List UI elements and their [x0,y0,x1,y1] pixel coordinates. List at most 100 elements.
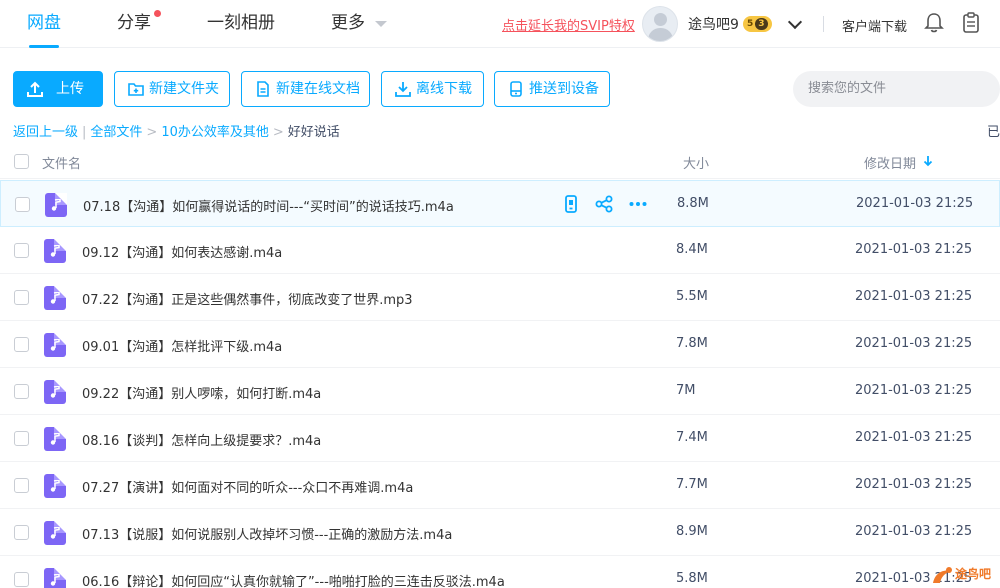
device-icon [510,81,522,97]
table-row[interactable]: 07.13【说服】如何说服别人改掉坏习惯---正确的激励方法.m4a 8.9M 20… [0,509,1000,556]
upload-button[interactable]: 上传 [13,71,103,107]
column-header-size[interactable]: 大小 [683,153,709,172]
column-header-date[interactable]: 修改日期 [864,153,916,172]
back-link[interactable]: 返回上一级 [13,125,78,140]
search-input[interactable] [793,71,1000,107]
file-name[interactable]: 07.18【沟通】如何赢得说话的时间---“买时间”的说话技巧.m4a [83,196,454,215]
share-icon[interactable] [594,194,614,214]
file-size: 8.4M [676,242,708,257]
row-checkbox[interactable] [14,384,29,399]
new-folder-label: 新建文件夹 [149,81,219,97]
file-modified-date: 2021-01-03 21:25 [855,336,973,351]
row-checkbox[interactable] [14,478,29,493]
upload-label: 上传 [56,81,84,97]
table-row[interactable]: 09.12【沟通】如何表达感谢.m4a 8.4M 2021-01-03 21:25 [0,227,1000,274]
clipboard-icon[interactable] [961,12,981,34]
table-row[interactable]: 08.16【谈判】怎样向上级提要求？.m4a 7.4M 2021-01-03 21:… [0,415,1000,462]
file-list: 07.18【沟通】如何赢得说话的时间---“买时间”的说话技巧.m4a 8.8M 2… [0,180,1000,588]
breadcrumb-all-files[interactable]: 全部文件 [90,125,142,140]
file-size: 5.5M [676,289,708,304]
table-row[interactable]: 07.18【沟通】如何赢得说话的时间---“买时间”的说话技巧.m4a 8.8M 2… [0,180,1000,227]
file-modified-date: 2021-01-03 21:25 [855,524,973,539]
file-name[interactable]: 06.16【辩论】如何回应“认真你就输了”---啪啪打脸的三连击反驳法.m4a [82,571,505,588]
vip-level-badge: 53 [743,16,772,32]
row-checkbox[interactable] [14,572,29,587]
nav-tab-album[interactable]: 一刻相册 [207,0,275,48]
table-row[interactable]: 07.22【沟通】正是这些偶然事件，彻底改变了世界.mp3 5.5M 2021-01… [0,274,1000,321]
file-name[interactable]: 09.22【沟通】别人啰嗦，如何打断.m4a [82,383,321,402]
audio-file-icon [45,193,67,217]
file-size: 7.4M [676,430,708,445]
row-checkbox[interactable] [14,290,29,305]
new-online-doc-button[interactable]: 新建在线文档 [241,71,370,107]
breadcrumb-folder[interactable]: 10办公效率及其他 [161,125,269,140]
audio-file-icon [44,474,66,498]
folder-plus-icon [128,83,144,96]
push-to-device-button[interactable]: 推送到设备 [494,71,610,107]
push-device-icon[interactable] [561,194,581,214]
avatar[interactable] [642,6,678,42]
audio-file-icon [44,521,66,545]
audio-file-icon [44,427,66,451]
file-size: 5.8M [676,571,708,586]
select-all-checkbox[interactable] [14,154,29,169]
breadcrumb-current: 好好说话 [287,125,340,140]
file-size: 7.8M [676,336,708,351]
divider [823,16,824,32]
user-menu-chevron-icon[interactable] [787,14,803,30]
chevron-down-icon[interactable] [375,21,387,27]
file-name[interactable]: 09.01【沟通】怎样批评下级.m4a [82,336,282,355]
file-size: 8.9M [676,524,708,539]
offline-download-label: 离线下载 [416,81,472,97]
notification-dot [154,10,161,17]
file-modified-date: 2021-01-03 21:25 [855,289,973,304]
audio-file-icon [44,286,66,310]
file-name[interactable]: 09.12【沟通】如何表达感谢.m4a [82,242,282,261]
more-options-icon[interactable] [628,194,648,214]
file-modified-date: 2021-01-03 21:25 [855,477,973,492]
loaded-count-text: 已 [987,125,1000,140]
new-folder-button[interactable]: 新建文件夹 [114,71,230,107]
audio-file-icon [44,380,66,404]
bell-icon[interactable] [924,12,944,34]
file-name[interactable]: 07.22【沟通】正是这些偶然事件，彻底改变了世界.mp3 [82,289,413,308]
table-row[interactable]: 07.27【演讲】如何面对不同的听众---众口不再难调.m4a 7.7M 2021-… [0,462,1000,509]
top-nav: 网盘 分享 一刻相册 更多 点击延长我的SVIP特权 途鸟吧9 53 客户端下载 [0,0,1000,48]
file-name[interactable]: 08.16【谈判】怎样向上级提要求？.m4a [82,430,321,449]
audio-file-icon [44,239,66,263]
new-online-doc-label: 新建在线文档 [276,81,360,97]
file-name[interactable]: 07.27【演讲】如何面对不同的听众---众口不再难调.m4a [82,477,413,496]
audio-file-icon [44,333,66,357]
nav-tab-share[interactable]: 分享 [117,0,151,48]
upload-icon [27,81,43,97]
file-modified-date: 2021-01-03 21:25 [856,196,974,211]
file-name[interactable]: 07.13【说服】如何说服别人改掉坏习惯---正确的激励方法.m4a [82,524,452,543]
row-checkbox[interactable] [15,197,30,212]
audio-file-icon [44,568,66,588]
document-icon [257,81,269,97]
file-modified-date: 2021-01-03 21:25 [855,430,973,445]
file-list-header: 文件名 大小 修改日期 [0,143,1000,179]
file-modified-date: 2021-01-03 21:25 [855,242,973,257]
table-row[interactable]: 09.22【沟通】别人啰嗦，如何打断.m4a 7M 2021-01-03 21:25 [0,368,1000,415]
nav-tab-netdisk[interactable]: 网盘 [27,0,61,48]
svip-renew-link[interactable]: 点击延长我的SVIP特权 [502,15,635,34]
download-icon [395,82,411,97]
breadcrumb: 返回上一级 | 全部文件 >10办公效率及其他 > 好好说话 [13,125,340,140]
table-row[interactable]: 09.01【沟通】怎样批评下级.m4a 7.8M 2021-01-03 21:25 [0,321,1000,368]
row-checkbox[interactable] [14,337,29,352]
column-header-name[interactable]: 文件名 [42,153,81,172]
table-row[interactable]: 06.16【辩论】如何回应“认真你就输了”---啪啪打脸的三连击反驳法.m4a 5… [0,556,1000,588]
push-to-device-label: 推送到设备 [529,81,599,97]
row-checkbox[interactable] [14,431,29,446]
client-download-link[interactable]: 客户端下载 [842,16,907,35]
file-modified-date: 2021-01-03 21:25 [855,383,973,398]
row-checkbox[interactable] [14,525,29,540]
file-size: 8.8M [677,196,709,211]
nav-tab-more[interactable]: 更多 [331,0,365,48]
row-checkbox[interactable] [14,243,29,258]
file-size: 7M [676,383,696,398]
sort-down-icon[interactable] [922,154,934,168]
offline-download-button[interactable]: 离线下载 [381,71,484,107]
username[interactable]: 途鸟吧9 [688,14,739,34]
